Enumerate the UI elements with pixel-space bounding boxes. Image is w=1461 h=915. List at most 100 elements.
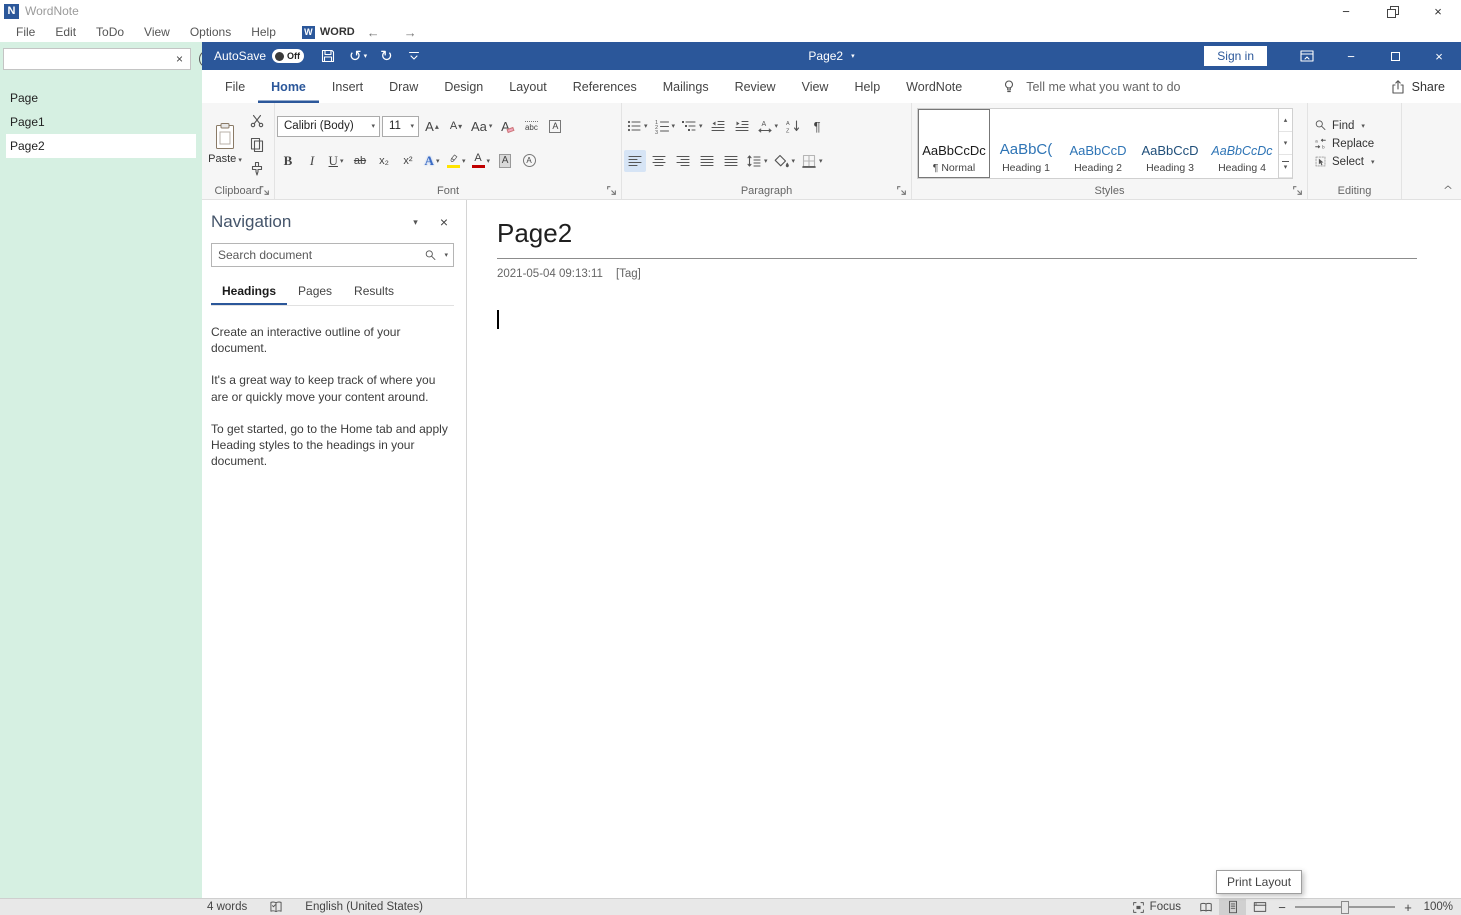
strikethrough-button[interactable]: ab	[349, 150, 371, 172]
app-restore-button[interactable]	[1369, 0, 1415, 22]
underline-button[interactable]: U▾	[325, 150, 347, 172]
page-item[interactable]: Page1	[0, 110, 202, 134]
increase-indent-button[interactable]	[731, 115, 753, 137]
multilevel-list-button[interactable]: ▾	[679, 115, 705, 137]
borders-button[interactable]: ▾	[799, 150, 825, 172]
font-name-combo[interactable]: Calibri (Body)▾	[277, 116, 380, 137]
replace-button[interactable]: ab Replace	[1314, 137, 1399, 150]
show-hide-marks-button[interactable]: ¶	[806, 115, 828, 137]
document-title-bar[interactable]: Page2 ▾	[808, 49, 854, 63]
zoom-in-button[interactable]: +	[1399, 900, 1417, 915]
autosave-toggle[interactable]: Off	[272, 49, 304, 63]
document-heading[interactable]: Page2	[497, 218, 1417, 259]
share-button[interactable]: Share	[1390, 79, 1445, 95]
highlight-button[interactable]: ▾	[445, 150, 468, 172]
menu-options[interactable]: Options	[180, 25, 241, 39]
align-center-button[interactable]	[648, 150, 670, 172]
bullets-button[interactable]: ▾	[624, 115, 650, 137]
undo-button[interactable]: ↺▾	[349, 49, 367, 64]
styles-scroll-down-button[interactable]: ▾	[1279, 132, 1292, 155]
style-heading3[interactable]: AaBbCcD Heading 3	[1134, 109, 1206, 178]
sidebar-search-input[interactable]	[4, 49, 169, 69]
cut-button[interactable]	[246, 111, 268, 131]
ribbon-tab-draw[interactable]: Draw	[376, 70, 431, 103]
ribbon-tab-references[interactable]: References	[560, 70, 650, 103]
shading-button[interactable]: ▾	[772, 150, 798, 172]
print-layout-button[interactable]	[1219, 899, 1246, 915]
style-heading4[interactable]: AaBbCcDc Heading 4	[1206, 109, 1278, 178]
page-item-selected[interactable]: Page2	[6, 134, 196, 158]
align-right-button[interactable]	[672, 150, 694, 172]
shrink-font-button[interactable]: A▾	[445, 115, 467, 137]
ribbon-tab-view[interactable]: View	[789, 70, 842, 103]
paragraph-dialog-launcher[interactable]	[896, 185, 907, 196]
find-button[interactable]: Find ▾	[1314, 119, 1399, 132]
language-status[interactable]: English (United States)	[294, 899, 434, 915]
word-minimize-button[interactable]: −	[1329, 42, 1373, 70]
menu-help[interactable]: Help	[241, 25, 286, 39]
change-case-button[interactable]: Aa▾	[469, 115, 494, 137]
word-close-button[interactable]: ×	[1417, 42, 1461, 70]
clear-formatting-button[interactable]: A	[496, 115, 518, 137]
document-meta-line[interactable]: 2021-05-04 09:13:11 [Tag]	[497, 268, 1417, 280]
style-heading2[interactable]: AaBbCcD Heading 2	[1062, 109, 1134, 178]
ribbon-tab-insert[interactable]: Insert	[319, 70, 376, 103]
text-effects-button[interactable]: A▾	[421, 150, 443, 172]
nav-tab-pages[interactable]: Pages	[287, 280, 343, 305]
zoom-slider[interactable]	[1295, 899, 1395, 915]
navigation-close-button[interactable]: ×	[440, 214, 448, 230]
bold-button[interactable]: B	[277, 150, 299, 172]
read-mode-button[interactable]	[1192, 899, 1219, 915]
sort-button[interactable]: AZ	[782, 115, 804, 137]
ribbon-tab-file[interactable]: File	[212, 70, 258, 103]
proofing-status-button[interactable]	[258, 899, 294, 915]
styles-dialog-launcher[interactable]	[1292, 185, 1303, 196]
font-dialog-launcher[interactable]	[606, 185, 617, 196]
distributed-button[interactable]	[720, 150, 742, 172]
zoom-slider-thumb[interactable]	[1341, 901, 1349, 914]
ribbon-tab-mailings[interactable]: Mailings	[650, 70, 722, 103]
tell-me-box[interactable]: Tell me what you want to do	[1001, 79, 1180, 95]
menu-edit[interactable]: Edit	[45, 25, 86, 39]
forward-arrow-button[interactable]: →	[392, 25, 429, 40]
align-left-button[interactable]	[624, 150, 646, 172]
app-minimize-button[interactable]: −	[1323, 0, 1369, 22]
ribbon-tab-layout[interactable]: Layout	[496, 70, 560, 103]
ribbon-display-options-button[interactable]	[1285, 42, 1329, 70]
word-document-tab[interactable]: W WORD	[302, 26, 355, 39]
phonetic-guide-button[interactable]: abc	[520, 115, 542, 137]
copy-button[interactable]	[246, 135, 268, 155]
style-normal[interactable]: AaBbCcDc ¶ Normal	[918, 109, 990, 178]
italic-button[interactable]: I	[301, 150, 323, 172]
search-icon[interactable]	[424, 249, 437, 262]
zoom-out-button[interactable]: −	[1273, 900, 1291, 915]
superscript-button[interactable]: x²	[397, 150, 419, 172]
character-shading-button[interactable]: A	[494, 150, 516, 172]
document-editing-area[interactable]: Page2 2021-05-04 09:13:11 [Tag]	[467, 200, 1461, 898]
ribbon-tab-home[interactable]: Home	[258, 70, 319, 103]
save-button[interactable]	[320, 48, 336, 64]
ribbon-tab-help[interactable]: Help	[841, 70, 893, 103]
sign-in-button[interactable]: Sign in	[1204, 46, 1267, 66]
web-layout-button[interactable]	[1246, 899, 1273, 915]
justify-button[interactable]	[696, 150, 718, 172]
ribbon-tab-design[interactable]: Design	[431, 70, 496, 103]
nav-tab-results[interactable]: Results	[343, 280, 405, 305]
font-color-button[interactable]: A ▾	[470, 150, 493, 172]
line-spacing-button[interactable]: ▾	[744, 150, 770, 172]
collapse-ribbon-button[interactable]	[1442, 181, 1454, 196]
back-arrow-button[interactable]: ←	[355, 25, 392, 40]
search-options-dropdown[interactable]: ▾	[444, 251, 448, 259]
paste-button[interactable]: Paste▾	[204, 105, 246, 182]
page-item[interactable]: Page	[0, 86, 202, 110]
word-count[interactable]: 4 words	[205, 899, 258, 915]
style-heading1[interactable]: AaBbC( Heading 1	[990, 109, 1062, 178]
navigation-options-dropdown[interactable]: ▾	[413, 217, 418, 228]
menu-todo[interactable]: ToDo	[86, 25, 134, 39]
grow-font-button[interactable]: A▴	[421, 115, 443, 137]
font-size-combo[interactable]: 11▾	[382, 116, 419, 137]
numbering-button[interactable]: 123▾	[652, 115, 678, 137]
ribbon-tab-review[interactable]: Review	[722, 70, 789, 103]
character-border-button[interactable]: A	[544, 115, 566, 137]
menu-file[interactable]: File	[6, 25, 45, 39]
